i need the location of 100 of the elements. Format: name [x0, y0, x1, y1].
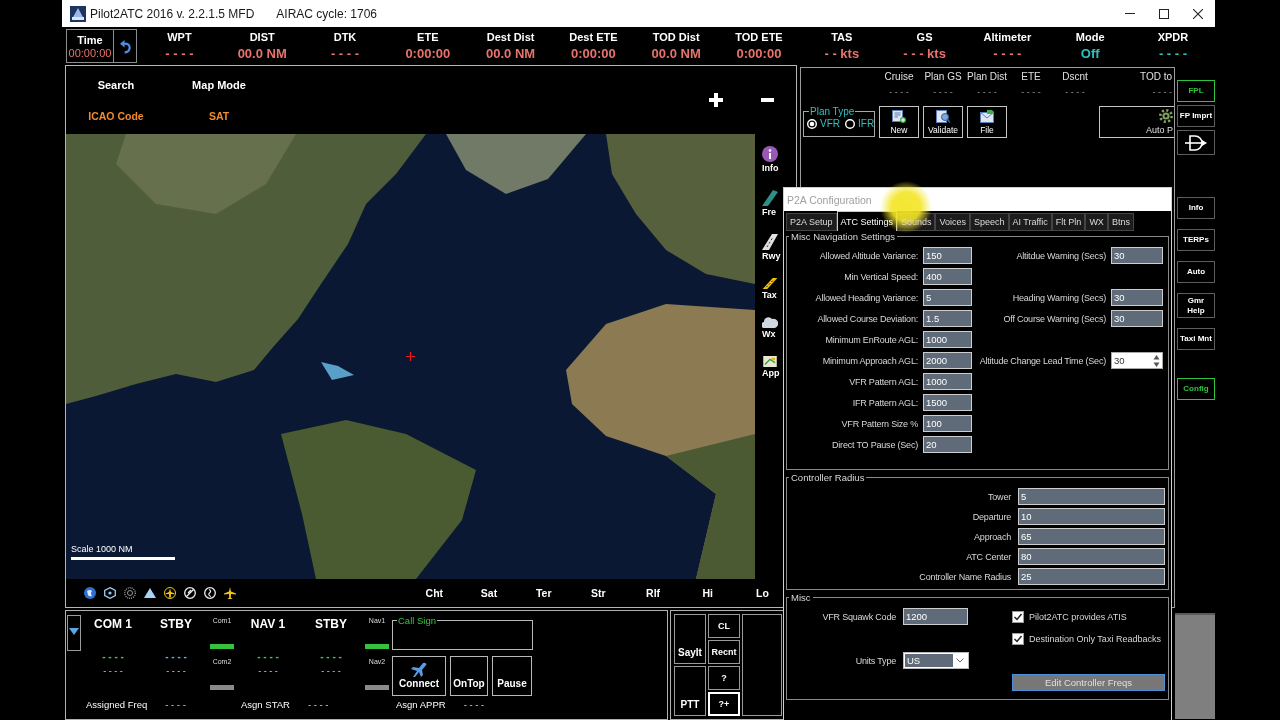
dotted-ring-icon[interactable] — [124, 587, 136, 599]
voice-button[interactable]: SayIt — [674, 614, 706, 664]
connect-button[interactable]: Connect — [392, 656, 446, 696]
time-label: Time — [77, 33, 103, 46]
file-plan-button[interactable]: File — [967, 106, 1007, 138]
map-layer-option[interactable]: Lo — [756, 587, 769, 599]
settings-tab[interactable]: Flt Pln — [1051, 213, 1086, 231]
checkbox-option[interactable]: Destination Only Taxi Readbacks — [1012, 630, 1168, 647]
plan-type-radio[interactable]: VFR — [807, 118, 840, 129]
input-field[interactable]: 80 — [1018, 548, 1165, 565]
input-field[interactable]: 150 — [923, 247, 972, 264]
zoom-in-icon[interactable] — [709, 93, 723, 107]
input-field[interactable]: 20 — [923, 436, 972, 453]
plan-column-value: - - - - — [1021, 87, 1041, 97]
pause-button[interactable]: Pause — [492, 656, 532, 696]
nav-tab[interactable]: Info — [1177, 197, 1215, 219]
satellite-map-drawing[interactable] — [66, 134, 755, 579]
edit-freqs-button[interactable]: Edit Controller Freqs — [1012, 674, 1165, 691]
input-field[interactable]: 25 — [1018, 568, 1165, 585]
input-field[interactable]: 65 — [1018, 528, 1165, 545]
input-field[interactable]: 1000 — [923, 331, 972, 348]
input-field[interactable]: 30 — [1111, 289, 1163, 306]
direct-to-button[interactable] — [1177, 130, 1215, 155]
new-plan-button[interactable]: New — [879, 106, 919, 138]
nav-tab[interactable]: TERPs — [1177, 229, 1215, 251]
nav-tab[interactable]: Auto — [1177, 261, 1215, 283]
input-field[interactable]: 1500 — [923, 394, 972, 411]
units-dropdown[interactable]: US — [903, 652, 969, 669]
info-button[interactable]: Info — [762, 146, 779, 173]
taxiway-icon — [762, 278, 778, 289]
nav-tab[interactable]: Config — [1177, 378, 1215, 401]
readout-label: XPDR — [1157, 31, 1189, 43]
voice-button[interactable]: Recnt — [708, 640, 740, 664]
maximize-icon — [1159, 8, 1169, 19]
readout-value: 0:00:00 — [736, 46, 782, 61]
undo-icon — [119, 38, 131, 54]
readout-value: - - - kts — [903, 46, 946, 61]
dialog-title: P2A Configuration — [787, 193, 872, 206]
input-field[interactable]: 5 — [923, 289, 972, 306]
readout-label: Mode — [1075, 31, 1105, 43]
settings-tab[interactable]: WX — [1085, 213, 1108, 231]
spin-field[interactable]: 30 — [1111, 352, 1163, 369]
settings-tab[interactable]: AI Traffic — [1008, 213, 1052, 231]
spin-arrows-icon[interactable] — [1153, 354, 1160, 367]
input-field[interactable]: 30 — [1111, 310, 1163, 327]
map-layer-option[interactable]: Ter — [535, 587, 552, 599]
voice-button[interactable]: PTT — [674, 666, 706, 716]
validate-button[interactable]: Validate — [923, 106, 963, 138]
group-title: Misc — [790, 592, 812, 603]
globe-icon[interactable] — [84, 587, 96, 599]
runway-button[interactable]: Rwy — [762, 234, 781, 261]
collapse-button[interactable] — [67, 615, 81, 651]
settings-tab[interactable]: Speech — [969, 213, 1009, 231]
readout-value: - - - - — [330, 46, 360, 61]
input-field[interactable]: 30 — [1111, 247, 1163, 264]
input-field[interactable]: 2000 — [923, 352, 972, 369]
frequency-button[interactable]: Fre — [762, 190, 778, 217]
settings-tab[interactable]: P2A Setup — [786, 213, 837, 231]
triangle-icon[interactable] — [144, 588, 156, 598]
settings-tab[interactable]: Voices — [935, 213, 970, 231]
settings-tab[interactable]: Btns — [1107, 213, 1134, 231]
frequency-sub-value: - - - - — [166, 666, 186, 676]
input-field[interactable]: 1.5 — [923, 310, 972, 327]
input-field[interactable]: 5 — [1018, 488, 1165, 505]
map-layer-option[interactable]: Str — [591, 587, 606, 599]
voice-button[interactable]: ?+ — [708, 692, 740, 716]
input-field[interactable]: 1000 — [923, 373, 972, 390]
map-layer-option[interactable]: Rlf — [646, 587, 661, 599]
nav-tab[interactable]: FP Imprt — [1177, 105, 1215, 127]
voice-button[interactable]: ? — [708, 666, 740, 690]
voice-button[interactable]: CL — [708, 614, 740, 638]
assignment-value: - - - - — [165, 698, 186, 710]
auto-plan-button[interactable]: Auto P — [1099, 106, 1174, 138]
radio-name: STBY — [315, 617, 347, 631]
nav-tab[interactable]: Taxi Mnt — [1177, 328, 1215, 351]
on-top-button[interactable]: OnTop — [450, 656, 488, 696]
hexagon-icon[interactable] — [104, 587, 116, 599]
checkbox-option[interactable]: Pilot2ATC provides ATIS — [1012, 608, 1168, 625]
map-layer-option[interactable]: Cht — [425, 587, 444, 599]
settings-tab[interactable]: ATC Settings — [836, 211, 897, 231]
field-label: Allowed Course Deviation: — [817, 313, 918, 324]
weather-button[interactable]: Wx — [762, 317, 778, 339]
nav-tab[interactable]: FPL — [1177, 80, 1215, 102]
nav-tab[interactable]: Gmr Help — [1177, 293, 1215, 319]
map-layer-option[interactable]: Sat — [480, 587, 498, 599]
plan-type-radio[interactable]: IFR — [845, 118, 875, 129]
crossed-circle-icon[interactable] — [184, 587, 196, 599]
approach-button[interactable]: App — [762, 356, 780, 378]
taxi-button[interactable]: Tax — [762, 278, 778, 300]
search-type-option[interactable]: ICAO Code — [88, 109, 144, 122]
squiggle-circle-icon[interactable] — [204, 587, 216, 599]
input-field[interactable]: 1200 — [903, 608, 968, 625]
input-field[interactable]: 10 — [1018, 508, 1165, 525]
airplane-circle-icon[interactable] — [164, 587, 176, 599]
input-field[interactable]: 100 — [923, 415, 972, 432]
input-field[interactable]: 400 — [923, 268, 972, 285]
map-mode-option[interactable]: SAT — [208, 109, 230, 122]
airplane-icon[interactable] — [224, 587, 236, 599]
undo-button[interactable] — [114, 29, 137, 63]
map-layer-option[interactable]: Hi — [702, 587, 714, 599]
